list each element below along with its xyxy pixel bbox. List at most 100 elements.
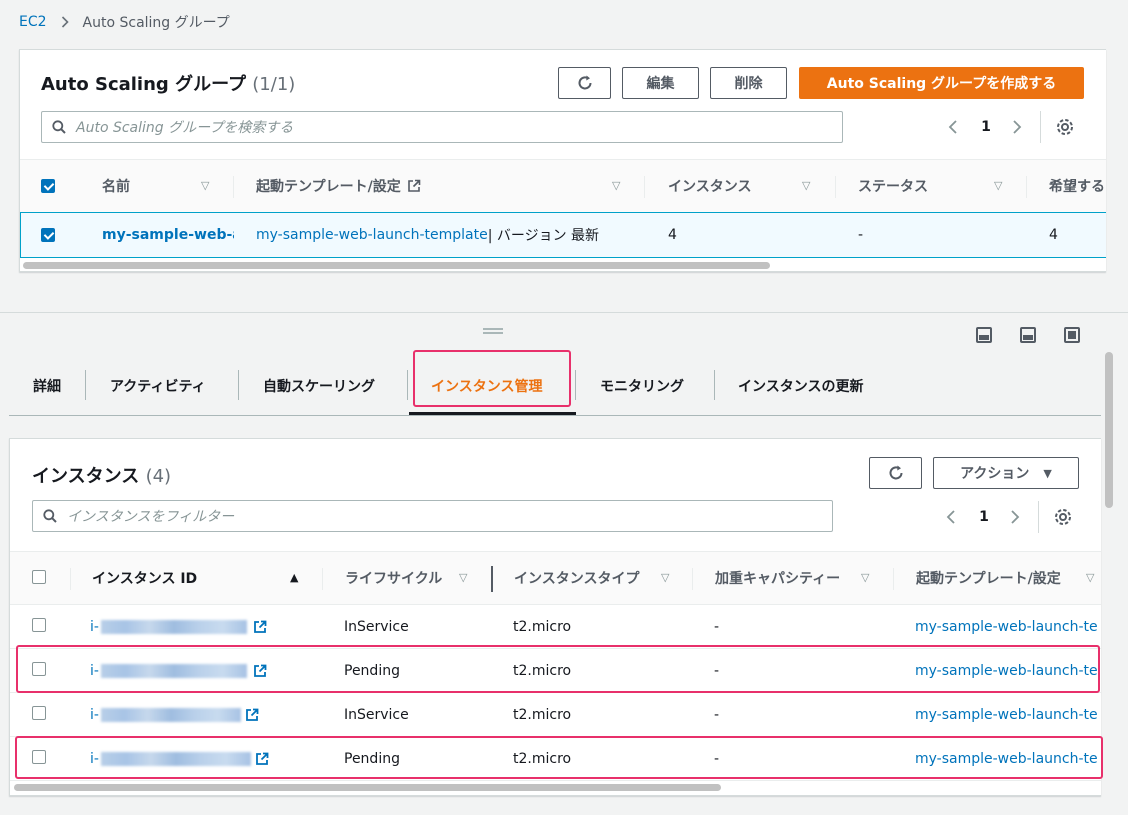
split-full-icon[interactable] (1064, 327, 1080, 343)
refresh-button[interactable] (869, 457, 922, 489)
actions-dropdown[interactable]: アクション ▼ (933, 457, 1079, 489)
table-row[interactable]: my-sample-web-a my-sample-web-launch-tem… (20, 212, 1106, 258)
column-resize-handle[interactable] (491, 566, 493, 592)
asg-search-input[interactable]: Auto Scaling グループを検索する (41, 111, 843, 143)
sort-icon[interactable]: ▽ (1086, 572, 1098, 584)
tab-highlight-box (413, 350, 571, 407)
tab-activity[interactable]: アクティビティ (110, 358, 206, 413)
refresh-button[interactable] (558, 67, 611, 99)
asg-horizontal-scrollbar[interactable] (23, 262, 770, 269)
redacted-instance-id (100, 708, 241, 722)
instances-title-text: インスタンス (32, 466, 140, 487)
select-all-checkbox[interactable] (41, 179, 55, 193)
external-link-icon[interactable] (253, 620, 267, 634)
column-divider (70, 568, 71, 590)
col-desired[interactable]: 希望する (1049, 160, 1105, 212)
asg-page-number[interactable]: 1 (974, 119, 998, 135)
external-link-icon (407, 179, 421, 192)
asg-pagination: 1 (948, 111, 1075, 143)
asg-name-link[interactable]: my-sample-web-a (102, 213, 234, 257)
col-status[interactable]: ステータス (858, 160, 928, 212)
tab-monitoring[interactable]: モニタリング (600, 358, 684, 413)
instances-search-input[interactable]: インスタンスをフィルター (32, 500, 833, 532)
col-weighted-capacity[interactable]: 加重キャパシティー (715, 552, 840, 604)
weighted-capacity-cell: - (714, 707, 720, 723)
sort-icon[interactable]: ▽ (861, 572, 873, 584)
chevron-left-icon[interactable] (948, 119, 958, 135)
row-checkbox[interactable] (32, 618, 46, 632)
table-row[interactable]: i- InService t2.micro - my-sample-web-la… (10, 605, 1101, 649)
sort-icon[interactable]: ▽ (612, 180, 624, 192)
instance-id-cell[interactable]: i- (90, 693, 259, 737)
breadcrumb-ec2-link[interactable]: EC2 (19, 14, 47, 30)
column-divider (835, 176, 836, 198)
tab-details[interactable]: 詳細 (33, 358, 61, 413)
redacted-instance-id (100, 620, 247, 634)
chevron-left-icon[interactable] (946, 509, 956, 525)
instances-search-placeholder: インスタンスをフィルター (67, 509, 235, 525)
instances-count: (4) (145, 466, 172, 487)
chevron-right-icon[interactable] (1010, 509, 1020, 525)
asg-search-placeholder: Auto Scaling グループを検索する (76, 120, 294, 136)
instances-table-header: インスタンス ID ▲ ライフサイクル ▽ インスタンスタイプ ▽ 加重キャパシ… (10, 551, 1101, 605)
instance-type-cell: t2.micro (513, 619, 572, 635)
instance-id-link[interactable]: i- (90, 707, 99, 723)
actions-label: アクション (960, 466, 1030, 482)
gear-icon[interactable] (1053, 507, 1073, 527)
delete-button[interactable]: 削除 (710, 67, 787, 99)
col-instance-id[interactable]: インスタンス ID (92, 552, 197, 604)
asg-template-link[interactable]: my-sample-web-launch-template (256, 227, 488, 243)
instances-panel-title: インスタンス (4) (32, 462, 171, 488)
instance-id-cell[interactable]: i- (90, 605, 267, 649)
sort-icon[interactable]: ▽ (201, 180, 213, 192)
split-panel-divider (0, 312, 1128, 313)
sort-icon[interactable]: ▽ (802, 180, 814, 192)
instance-id-link[interactable]: i- (90, 619, 99, 635)
instances-horizontal-scrollbar[interactable] (14, 784, 721, 791)
table-row[interactable]: i- InService t2.micro - my-sample-web-la… (10, 693, 1101, 737)
col-template[interactable]: 起動テンプレート/設定 (256, 160, 421, 212)
row-checkbox[interactable] (41, 228, 55, 242)
asg-panel-title: Auto Scaling グループ (1/1) (41, 70, 295, 96)
sort-icon[interactable]: ▽ (459, 572, 471, 584)
asg-count: (1/1) (252, 74, 296, 95)
refresh-icon (889, 465, 902, 480)
tab-instance-refresh[interactable]: インスタンスの更新 (738, 358, 863, 413)
sort-icon[interactable]: ▽ (661, 572, 673, 584)
col-instances[interactable]: インスタンス (668, 160, 751, 212)
launch-template-link[interactable]: my-sample-web-launch-te (915, 605, 1098, 649)
edit-button[interactable]: 編集 (622, 67, 699, 99)
asg-template-cell: my-sample-web-launch-template | バージョン 最新 (256, 213, 599, 257)
chevron-right-icon[interactable] (1012, 119, 1022, 135)
instances-pagination: 1 (946, 501, 1073, 533)
column-divider (692, 568, 693, 590)
asg-panel: Auto Scaling グループ (1/1) 編集 削除 Auto Scali… (19, 49, 1106, 272)
split-side-icon[interactable] (1020, 327, 1036, 343)
tab-auto-scaling[interactable]: 自動スケーリング (263, 358, 375, 413)
pending-row-highlight (16, 645, 1100, 693)
sort-icon[interactable]: ▽ (994, 180, 1006, 192)
col-name[interactable]: 名前 (102, 160, 130, 212)
col-instance-type[interactable]: インスタンスタイプ (514, 552, 639, 604)
split-bottom-icon[interactable] (976, 327, 992, 343)
select-all-checkbox[interactable] (32, 570, 46, 584)
column-divider (1026, 176, 1027, 198)
tab-divider (238, 370, 239, 400)
row-checkbox[interactable] (32, 706, 46, 720)
launch-template-link[interactable]: my-sample-web-launch-te (915, 693, 1098, 737)
resize-handle[interactable] (483, 328, 503, 334)
external-link-icon[interactable] (245, 708, 259, 722)
asg-table-header: 名前 ▽ 起動テンプレート/設定 ▽ インスタンス ▽ ステータス ▽ 希望する (20, 159, 1106, 213)
column-divider (893, 568, 894, 590)
create-asg-button[interactable]: Auto Scaling グループを作成する (799, 67, 1084, 99)
col-launch-template[interactable]: 起動テンプレート/設定 (916, 552, 1061, 604)
instances-page-number[interactable]: 1 (972, 509, 996, 525)
divider (1038, 501, 1039, 533)
vertical-scrollbar[interactable] (1105, 352, 1113, 508)
col-lifecycle[interactable]: ライフサイクル (345, 552, 442, 604)
gear-icon[interactable] (1055, 117, 1075, 137)
sort-ascending-icon[interactable]: ▲ (290, 572, 302, 584)
asg-instances-cell: 4 (668, 227, 677, 243)
asg-desired-cell: 4 (1049, 227, 1058, 243)
caret-down-icon: ▼ (1043, 466, 1052, 480)
